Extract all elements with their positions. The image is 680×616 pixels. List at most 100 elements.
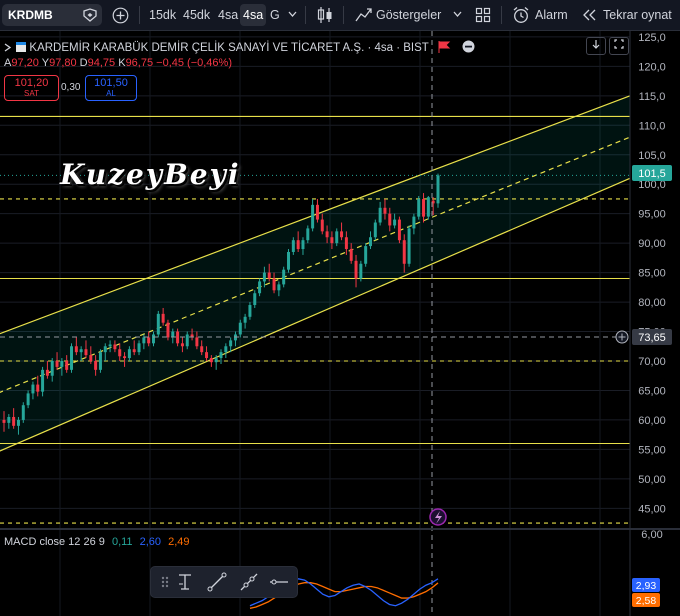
candle-body — [156, 313, 160, 335]
interval-15dk[interactable]: 15dk — [149, 0, 176, 30]
drawing-toolbar[interactable] — [150, 566, 298, 598]
lightning-event-icon[interactable] — [429, 508, 447, 526]
candle-body — [26, 393, 30, 406]
candle-body — [315, 204, 319, 220]
candle-body — [320, 219, 324, 232]
drag-handle-icon[interactable] — [155, 572, 175, 592]
symbol-full-name[interactable]: KARDEMİR KARABÜK DEMİR ÇELİK SANAYİ VE T… — [29, 42, 428, 54]
candle-body — [70, 346, 74, 370]
chevron-down-icon[interactable] — [453, 11, 462, 18]
candle-body — [89, 355, 93, 361]
candles-chart-type-icon[interactable] — [317, 6, 333, 24]
candle-body — [422, 198, 426, 217]
sparkle-shield-icon[interactable] — [82, 8, 98, 22]
macd-orange-badge: 2,58 — [636, 595, 657, 607]
candle-body — [7, 416, 11, 423]
candle-body — [311, 204, 315, 229]
price-chart[interactable]: 125,0 120,0 115,0 110,0 105,0 100,0 95,00 90,00… — [0, 31, 680, 616]
candle-body — [282, 269, 286, 285]
candle-body — [229, 340, 233, 347]
candle-body — [407, 228, 411, 264]
chevron-down-icon[interactable] — [288, 11, 297, 18]
alarm-clock-icon[interactable] — [512, 6, 530, 24]
symbol-search[interactable]: KRDMB — [2, 4, 102, 26]
macd-badges: 2,93 2,58 6,00 — [632, 529, 663, 607]
candle-body — [137, 343, 141, 353]
candle-body — [243, 316, 247, 323]
candle-body — [306, 228, 310, 241]
candle-body — [426, 197, 430, 217]
candle-body — [200, 346, 204, 353]
candle-body — [388, 213, 392, 226]
maximize-icon — [614, 39, 624, 49]
current-price-tag: 101,5 — [632, 165, 672, 181]
candle-body — [238, 322, 242, 335]
separator — [139, 6, 140, 24]
macd-title[interactable]: MACD close 12 26 9 — [4, 536, 105, 548]
candle-body — [219, 352, 223, 359]
candle-body — [368, 237, 372, 247]
horizontal-line-tool-icon[interactable] — [269, 572, 289, 592]
sell-button[interactable]: 101,20 SAT — [4, 75, 59, 101]
candle-body — [330, 237, 334, 244]
buy-label: AL — [106, 89, 116, 98]
scroll-down-button[interactable] — [586, 37, 606, 55]
candle-body — [383, 207, 387, 214]
buy-button[interactable]: 101,50 AL — [85, 75, 137, 101]
separator — [343, 6, 344, 24]
macd-line-value: 2,60 — [139, 536, 162, 548]
candle-body — [60, 361, 64, 367]
candle-body — [123, 356, 127, 359]
collapse-legend-icon[interactable] — [4, 43, 13, 52]
cursor-text-tool-icon[interactable] — [175, 572, 195, 592]
arrow-down-icon — [592, 40, 600, 49]
price-axis-label: 110,0 — [639, 120, 666, 132]
candle-body — [373, 222, 377, 238]
candle-body — [180, 343, 184, 347]
trend-line-tool-icon[interactable] — [207, 572, 227, 592]
price-axis[interactable]: 125,0 120,0 115,0 110,0 105,0 100,0 95,00 90,00… — [638, 32, 666, 515]
price-axis-label: 95,00 — [638, 209, 666, 221]
replay-button[interactable]: Tekrar oynat — [603, 0, 672, 30]
interval-45dk[interactable]: 45dk — [183, 0, 210, 30]
flag-icon — [16, 42, 27, 52]
add-symbol-icon[interactable] — [112, 7, 129, 24]
price-axis-label: 60,00 — [638, 415, 666, 427]
indicators-button[interactable]: Göstergeler — [376, 0, 441, 30]
candle-body — [55, 361, 59, 367]
candle-body — [84, 349, 88, 356]
price-axis-label: 85,00 — [638, 268, 666, 280]
minus-circle-icon[interactable] — [462, 40, 475, 53]
layout-grid-icon[interactable] — [475, 7, 491, 23]
replay-rewind-icon[interactable] — [582, 9, 596, 21]
candle-body — [397, 219, 401, 241]
candle-body — [12, 416, 16, 426]
candle-body — [214, 358, 218, 363]
symbol-legend: KARDEMİR KARABÜK DEMİR ÇELİK SANAYİ VE T… — [4, 40, 475, 54]
candle-body — [301, 240, 305, 250]
candle-body — [417, 198, 421, 217]
ray-tool-icon[interactable] — [239, 572, 259, 592]
interval-4sa-active[interactable]: 4sa — [240, 4, 267, 26]
candle-body — [335, 231, 339, 244]
candle-body — [349, 249, 353, 261]
interval-g[interactable]: G — [270, 0, 280, 30]
indicators-icon[interactable] — [355, 7, 373, 23]
candle-body — [253, 293, 257, 306]
candle-body — [272, 278, 276, 291]
candle-body — [277, 284, 281, 291]
candle-body — [287, 251, 291, 270]
candle-body — [378, 207, 382, 223]
fullscreen-button[interactable] — [609, 37, 629, 55]
alarm-button[interactable]: Alarm — [535, 0, 568, 30]
candle-body — [364, 246, 368, 264]
flag-marker-icon[interactable] — [438, 41, 451, 53]
interval-4sa[interactable]: 4sa — [218, 0, 238, 30]
sell-price: 101,20 — [14, 77, 49, 89]
buy-price: 101,50 — [94, 77, 128, 89]
candle-body — [21, 405, 25, 420]
price-axis-label: 55,00 — [638, 444, 666, 456]
candle-body — [185, 334, 189, 347]
price-axis-label: 125,0 — [638, 32, 666, 44]
candle-body — [98, 352, 102, 370]
